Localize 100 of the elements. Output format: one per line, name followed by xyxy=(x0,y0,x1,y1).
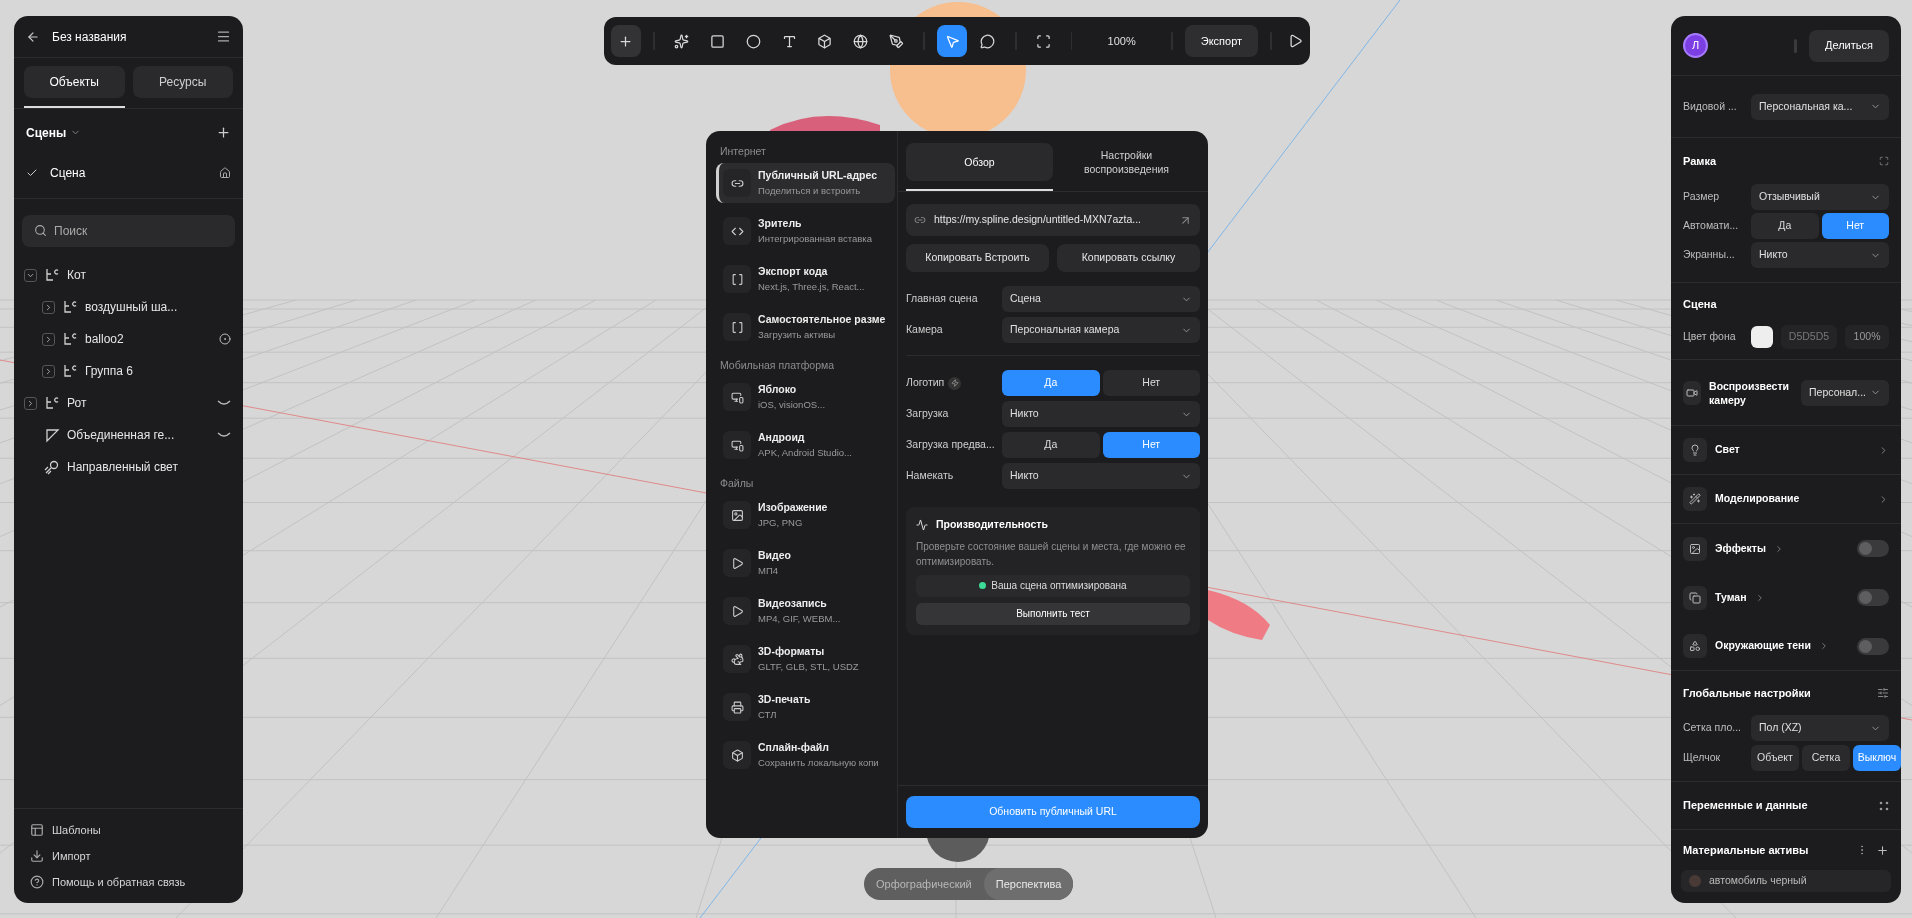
select-field[interactable]: Сцена xyxy=(1002,286,1200,312)
option-subtitle: Интегрированная вставка xyxy=(758,231,872,246)
toggle-option[interactable]: Да xyxy=(1751,213,1819,239)
section-heading: Материальные активы xyxy=(1683,842,1809,858)
back-icon[interactable] xyxy=(26,29,40,44)
settings-row[interactable]: Окружающие тени xyxy=(1671,622,1901,671)
select-field[interactable]: Никто xyxy=(1002,401,1200,427)
tree-row[interactable]: balloo2 xyxy=(14,323,243,355)
tree-row[interactable]: Направленный свет xyxy=(14,451,243,483)
search-icon xyxy=(34,224,47,237)
add-icon[interactable] xyxy=(1876,843,1889,857)
template-icon xyxy=(30,823,44,837)
dialog-tab[interactable]: Настройки воспроизведения xyxy=(1053,143,1200,181)
footer-link[interactable]: Импорт xyxy=(14,843,243,869)
settings-row[interactable]: Свет xyxy=(1671,426,1901,475)
export-option[interactable]: Изображение JPG, PNG xyxy=(716,495,895,535)
section-heading: Мобильная платформа xyxy=(719,358,836,374)
tree-row[interactable]: Рот xyxy=(14,387,243,419)
chevron-right-icon xyxy=(44,302,53,312)
select-field[interactable]: Никто xyxy=(1002,463,1200,489)
comment-icon xyxy=(980,33,996,49)
export-option[interactable]: Самостоятельное разме Загрузить активы xyxy=(716,307,895,347)
toggle-switch[interactable] xyxy=(1857,637,1889,655)
toggle-option[interactable]: Нет xyxy=(1102,370,1200,396)
add-icon[interactable] xyxy=(216,125,231,140)
layer-name: Рот xyxy=(67,395,87,412)
option-title: Экспорт кода xyxy=(758,264,829,279)
option-title: Публичный URL-адрес xyxy=(758,168,878,183)
section-heading: Интернет xyxy=(719,144,767,160)
hierarchy-icon xyxy=(44,267,60,283)
target-icon[interactable] xyxy=(219,333,231,345)
export-option[interactable]: 3D-печать СТЛ xyxy=(716,687,895,727)
toggle-option[interactable]: Сетка xyxy=(1802,745,1850,771)
settings-row[interactable]: Туман xyxy=(1671,573,1901,622)
copy-button[interactable]: Копировать ссылку xyxy=(1057,244,1200,272)
opacity-field[interactable]: 100% xyxy=(1845,325,1889,349)
closed-eye-icon xyxy=(217,399,231,407)
sliders-icon[interactable] xyxy=(1877,687,1889,699)
expand-toggle[interactable] xyxy=(24,396,37,410)
hex-field[interactable]: D5D5D5 xyxy=(1780,325,1838,349)
copy-button[interactable]: Копировать Встроить xyxy=(906,244,1049,272)
option-subtitle: Сохранить локальную копи xyxy=(758,755,879,770)
select-field[interactable]: Пол (XZ) xyxy=(1751,715,1889,741)
settings-row[interactable]: Эффекты xyxy=(1671,524,1901,573)
select-field[interactable]: Персонал... xyxy=(1801,379,1889,406)
export-option[interactable]: Сплайн-файл Сохранить локальную копи xyxy=(716,735,895,775)
tool-button[interactable] xyxy=(937,25,968,57)
option-title: Видео xyxy=(758,548,791,563)
dialog-tab[interactable]: Обзор xyxy=(906,143,1053,181)
expand-toggle[interactable] xyxy=(42,364,55,378)
export-option[interactable]: Зритель Интегрированная вставка xyxy=(716,211,895,251)
share-button[interactable]: Делиться xyxy=(1809,29,1889,62)
toggle-switch[interactable] xyxy=(1857,540,1889,557)
color-swatch[interactable] xyxy=(1750,326,1773,348)
panel-tab[interactable]: Ресурсы xyxy=(132,66,233,98)
frame-icon xyxy=(1036,33,1052,49)
run-test-button[interactable]: Выполнить тест xyxy=(916,602,1190,625)
expand-icon[interactable] xyxy=(1879,156,1889,166)
scene-item[interactable]: Сцена xyxy=(14,156,243,190)
url-field[interactable]: https://my.spline.design/untitled-MXN7azta... xyxy=(906,204,1200,236)
expand-toggle[interactable] xyxy=(42,300,55,314)
expand-toggle[interactable] xyxy=(24,268,37,282)
link-icon xyxy=(914,214,926,226)
camera-icon xyxy=(1686,386,1698,399)
select-field[interactable]: Отзывчивый xyxy=(1751,184,1889,210)
export-option[interactable]: Видео МП4 xyxy=(716,543,895,583)
scenes-heading[interactable]: Сцены xyxy=(26,123,67,142)
export-option[interactable]: Публичный URL-адрес Поделиться и встроить xyxy=(716,163,895,203)
material-item[interactable]: автомобиль черный xyxy=(1681,870,1891,892)
grid-dots-icon[interactable] xyxy=(1879,800,1889,811)
menu-icon[interactable] xyxy=(216,29,231,44)
tree-row[interactable]: Объединенная ге... xyxy=(14,419,243,451)
search-field[interactable]: Поиск xyxy=(22,215,235,247)
option-title: 3D-форматы xyxy=(758,644,826,659)
export-option[interactable]: Экспорт кода Next.js, Three.js, React... xyxy=(716,259,895,299)
footer-link[interactable]: Шаблоны xyxy=(14,817,243,843)
export-button[interactable]: Экспорт xyxy=(1184,25,1259,57)
tree-row[interactable]: Группа 6 xyxy=(14,355,243,387)
settings-row[interactable]: Моделирование xyxy=(1671,475,1901,524)
toggle-option[interactable]: Да xyxy=(1002,432,1100,458)
zoom-level[interactable]: 100% xyxy=(1084,32,1159,50)
select-field[interactable]: Персональная камера xyxy=(1002,317,1200,343)
expand-toggle[interactable] xyxy=(42,332,55,346)
toggle-option[interactable]: Объект xyxy=(1751,745,1799,771)
select-field[interactable]: Никто xyxy=(1751,242,1889,268)
footer-link[interactable]: Помощь и обратная связь xyxy=(14,869,243,895)
export-option[interactable]: Яблоко iOS, visionOS... xyxy=(716,377,895,417)
export-option[interactable]: Андроид APK, Android Studio... xyxy=(716,425,895,465)
export-option[interactable]: Видеозапись MP4, GIF, WEBM... xyxy=(716,591,895,631)
select-field[interactable]: Персональная ка... xyxy=(1751,93,1889,120)
play-icon[interactable] xyxy=(1288,33,1303,49)
toggle-switch[interactable] xyxy=(1857,589,1889,606)
view-option[interactable]: Перспектива xyxy=(983,868,1074,900)
tree-row[interactable]: воздушный ша... xyxy=(14,291,243,323)
section-heading: Файлы xyxy=(719,476,755,492)
tree-row[interactable]: Кот xyxy=(14,259,243,291)
add-icon xyxy=(618,33,634,49)
home-icon[interactable] xyxy=(219,167,231,179)
export-option[interactable]: 3D-форматы GLTF, GLB, STL, USDZ xyxy=(716,639,895,679)
panel-tab[interactable]: Объекты xyxy=(24,66,125,98)
